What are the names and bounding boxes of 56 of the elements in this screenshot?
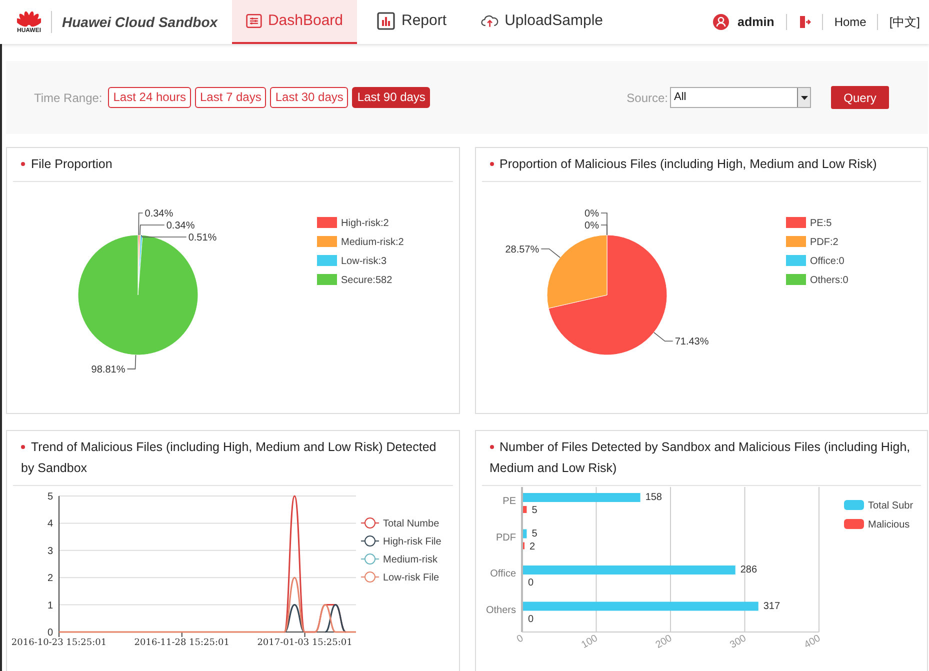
axis-tick-label: 5	[47, 492, 53, 502]
legend-label: Low-risk File	[383, 572, 440, 584]
axis-tick-label: 2016-10-23 15:25:01	[11, 638, 107, 648]
panel-title: Proportion of Malicious Files (including High, Medium and Low Risk)	[490, 154, 877, 175]
bar-value-label: 0	[528, 614, 534, 625]
percent-label: 28.57%	[504, 244, 539, 256]
category-label: Office	[490, 568, 516, 580]
legend-label: PE:5	[810, 218, 832, 229]
category-label: Others	[485, 604, 516, 616]
category-label: PDF	[496, 532, 516, 544]
legend-label: Malicious	[868, 520, 910, 530]
time-range-label: Time Range:	[34, 90, 102, 106]
axis-tick-label: 4	[47, 518, 53, 530]
percent-label: 0.34%	[166, 220, 195, 232]
percent-label: 0.34%	[144, 208, 174, 220]
panel-title: Trend of Malicious Files (including High, Medium and Low Risk) Detected by Sandbox	[21, 439, 438, 477]
legend-label: PDF:2	[810, 237, 838, 248]
axis-tick-label: 0	[47, 628, 53, 638]
axis-tick-label: 1	[47, 600, 53, 612]
bar-value-label: 2	[529, 541, 535, 552]
axis-tick-label: 100	[579, 633, 600, 651]
axis-tick-label: 2016-11-28 15:25:01	[134, 638, 230, 648]
axis-tick-label: 3	[47, 546, 53, 557]
legend-label: Total Subr	[868, 500, 913, 512]
axis-tick-label: 300	[728, 633, 748, 651]
legend-label: Office:0	[810, 256, 844, 267]
panel-title: Number of Files Detected by Sandbox and Malicious Files (including High, Medium and Low Risk)	[490, 439, 912, 477]
legend-label: High-risk File	[383, 536, 442, 548]
legend-label: Others:0	[810, 275, 848, 286]
percent-label: 71.43%	[674, 336, 708, 348]
legend-label: Total Numbe	[383, 518, 440, 530]
axis-tick-label: 200	[654, 633, 674, 651]
app-title: Huawei Cloud Sandbox	[62, 12, 219, 32]
percent-label: 0%	[584, 220, 598, 232]
username: admin	[738, 14, 774, 31]
bar-value-label: 5	[531, 528, 537, 540]
bar-value-label: 286	[740, 564, 757, 576]
bar-value-label: 317	[762, 600, 780, 612]
bar-value-label: 158	[644, 492, 662, 503]
percent-label: 0%	[584, 208, 598, 220]
source-label: Source:	[626, 90, 668, 106]
percent-label: 98.81%	[91, 364, 126, 376]
panel-title: File Proportion	[21, 154, 112, 175]
legend-label: Secure:582	[341, 275, 392, 286]
axis-tick-label: 2	[47, 573, 53, 584]
bar-value-label: 5	[531, 505, 537, 516]
axis-tick-label: 2017-01-03 15:25:01	[257, 638, 352, 648]
legend-label: High-risk:2	[341, 218, 389, 229]
axis-tick-label: 0	[514, 633, 525, 646]
bar-value-label: 0	[528, 578, 534, 588]
percent-label: 0.51%	[188, 232, 217, 244]
legend-label: Medium-risk	[383, 554, 438, 566]
axis-tick-label: 400	[802, 633, 822, 651]
category-label: PE	[502, 496, 516, 508]
legend-label: Medium-risk:2	[341, 237, 404, 248]
legend-label: Low-risk:3	[341, 256, 387, 267]
